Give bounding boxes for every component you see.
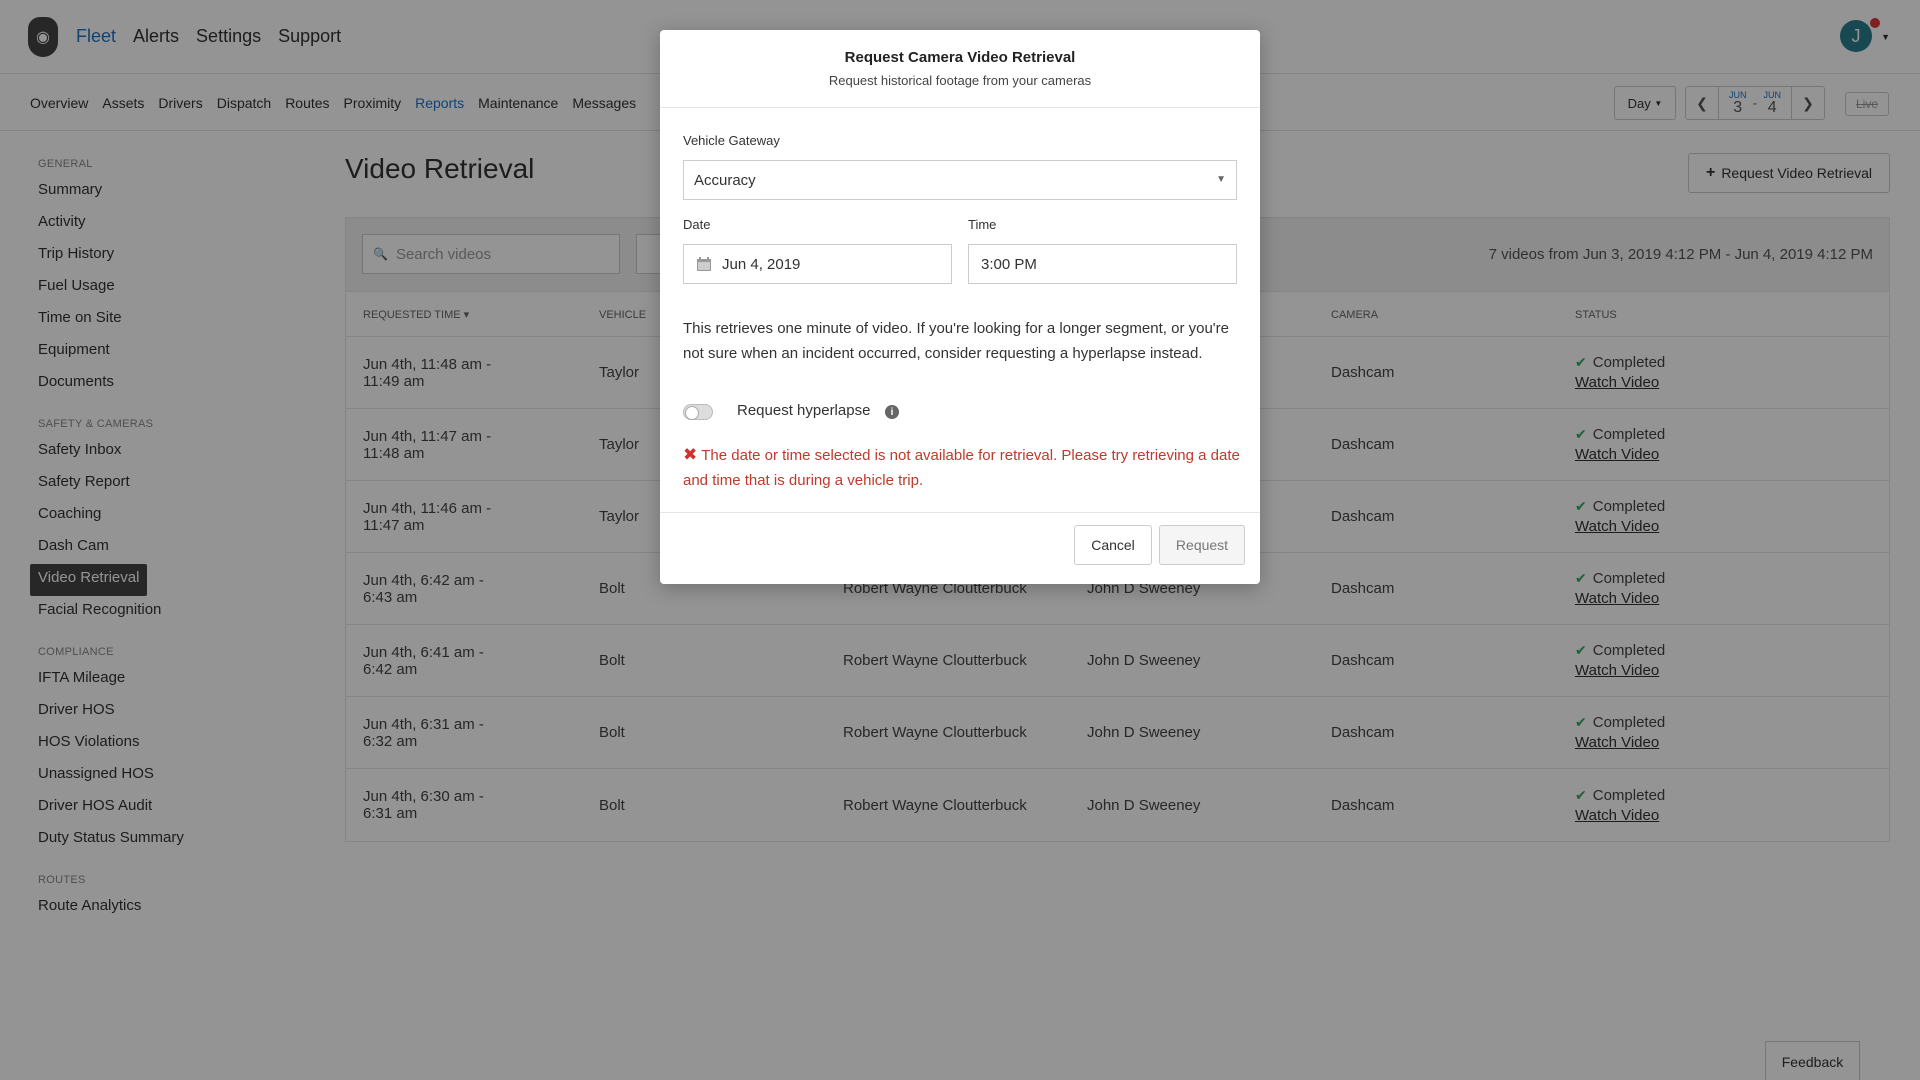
modal-subtitle: Request historical footage from your cam…: [828, 73, 1092, 88]
error-x-icon: ✖: [683, 445, 698, 464]
request-video-modal: Request Camera Video Retrieval Request h…: [660, 30, 1260, 584]
vehicle-gateway-select[interactable]: Accuracy ▼: [683, 160, 1237, 200]
modal-header: Request Camera Video Retrieval Request h…: [660, 30, 1260, 108]
modal-title: Request Camera Video Retrieval: [844, 49, 1076, 66]
gateway-value: Accuracy: [694, 171, 756, 189]
caret-down-icon: ▼: [1216, 174, 1226, 185]
date-field[interactable]: Jun 4, 2019: [683, 244, 952, 284]
calendar-icon: [697, 257, 711, 271]
time-label: Time: [968, 217, 997, 232]
gateway-label: Vehicle Gateway: [683, 133, 780, 148]
info-icon[interactable]: i: [885, 405, 899, 419]
modal-footer: Cancel Request: [660, 512, 1260, 584]
cancel-button[interactable]: Cancel: [1074, 525, 1152, 565]
hyperlapse-label: Request hyperlapse: [737, 402, 871, 419]
retrieval-description: This retrieves one minute of video. If y…: [683, 320, 1230, 362]
time-value: 3:00 PM: [981, 255, 1037, 273]
date-value: Jun 4, 2019: [722, 255, 801, 273]
error-message: ✖ The date or time selected is not availa…: [683, 442, 1243, 493]
request-button[interactable]: Request: [1159, 525, 1245, 565]
time-field[interactable]: 3:00 PM: [968, 244, 1237, 284]
hyperlapse-toggle[interactable]: [683, 404, 713, 420]
error-text: The date or time selected is not availab…: [683, 447, 1240, 489]
date-label: Date: [683, 217, 711, 232]
